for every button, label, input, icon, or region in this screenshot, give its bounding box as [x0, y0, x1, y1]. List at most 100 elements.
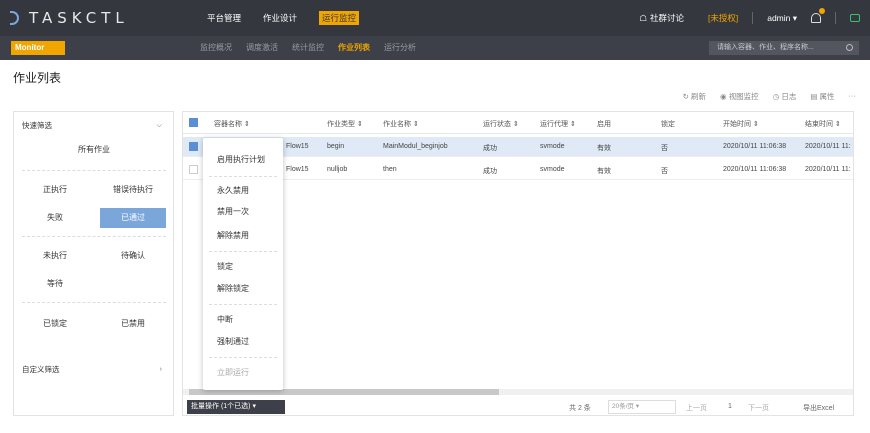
topnav-monitor[interactable]: 运行监控: [308, 0, 370, 36]
top-right: ☖ 社群讨论 [未授权] admin ▾: [639, 0, 860, 36]
filter-failed[interactable]: 失败: [22, 208, 88, 228]
filter-passed[interactable]: 已通过: [100, 208, 166, 228]
topnav-platform[interactable]: 平台管理: [196, 0, 252, 36]
chat-icon[interactable]: [850, 14, 860, 22]
subnav-activate[interactable]: 调度激活: [239, 36, 285, 60]
cell-locked: 否: [661, 145, 668, 152]
batch-actions-button[interactable]: 批量操作 (1个已选) ▾: [187, 400, 285, 414]
cell-start: 2020/10/11 11:06:38: [723, 143, 787, 150]
next-page-button[interactable]: 下一页: [748, 403, 769, 413]
menu-interrupt[interactable]: 中断: [203, 310, 283, 330]
menu-lock[interactable]: 锁定: [203, 257, 283, 277]
col-type[interactable]: 作业类型 ⇕: [327, 119, 363, 129]
refresh-button[interactable]: ↻ 刷新: [683, 91, 706, 102]
filter-running[interactable]: 正执行: [22, 180, 88, 200]
properties-label: 属性: [819, 92, 835, 101]
divider: [209, 304, 277, 305]
filter-waiting[interactable]: 等待: [22, 274, 88, 294]
export-excel-button[interactable]: 导出Excel: [803, 403, 834, 413]
cell-end: 2020/10/11 11:: [805, 143, 851, 150]
subnav-job-list[interactable]: 作业列表: [331, 36, 377, 60]
document-icon: ▤: [810, 92, 820, 101]
custom-filter[interactable]: 自定义筛选 ›: [22, 364, 162, 375]
menu-unlock[interactable]: 解除锁定: [203, 279, 283, 299]
table-row[interactable]: Flow15 begin MainModul_beginjob 成功 svmod…: [183, 137, 853, 157]
cell-container: Flow15: [286, 166, 309, 173]
row-checkbox[interactable]: [189, 142, 198, 151]
bell-icon[interactable]: [811, 8, 825, 23]
menu-force-pass[interactable]: 强制通过: [203, 332, 283, 352]
top-nav: 平台管理 作业设计 运行监控: [196, 0, 370, 36]
search-placeholder: 请输入容器、作业、程序名称...: [717, 44, 814, 51]
community-link[interactable]: 社群讨论: [650, 12, 684, 24]
view-monitor-label: 视图监控: [728, 92, 759, 101]
cell-type: nulljob: [327, 166, 348, 173]
col-name[interactable]: 作业名称 ⇕: [383, 119, 419, 129]
search-icon[interactable]: [846, 44, 853, 51]
row-checkbox[interactable]: [189, 165, 198, 174]
filter-locked[interactable]: 已锁定: [22, 314, 88, 334]
col-container[interactable]: 容器名称 ⇕: [214, 119, 250, 129]
divider: [209, 251, 277, 252]
sub-bar: Monitor 监控概况 调度激活 统计监控 作业列表 运行分析 请输入容器、作…: [0, 36, 870, 60]
view-monitor-button[interactable]: ◉ 视图监控: [720, 91, 759, 102]
table-header: 容器名称 ⇕ 作业类型 ⇕ 作业名称 ⇕ 运行状态 ⇕ 运行代理 ⇕ 启用 锁定…: [183, 112, 853, 134]
search-input[interactable]: 请输入容器、作业、程序名称...: [709, 41, 859, 55]
col-status[interactable]: 运行状态 ⇕: [483, 119, 519, 129]
menu-remove-disable[interactable]: 解除禁用: [203, 226, 283, 246]
page-title: 作业列表: [13, 71, 62, 85]
community-icon: ☖: [639, 12, 647, 23]
prev-page-button[interactable]: 上一页: [686, 403, 707, 413]
subnav-analysis[interactable]: 运行分析: [377, 36, 423, 60]
horizontal-scrollbar[interactable]: [183, 389, 853, 395]
toolbar: ↻ 刷新 ◉ 视图监控 ◷ 日志 ▤ 属性 ···: [669, 91, 856, 102]
topnav-design[interactable]: 作业设计: [252, 0, 308, 36]
menu-enable-plan[interactable]: 启用执行计划: [203, 150, 283, 170]
quick-filter-panel: 快速筛选 ⌵ 所有作业 正执行 错误待执行 失败 已通过 未执行 待确认 等待 …: [13, 111, 174, 416]
more-button[interactable]: ···: [849, 91, 857, 102]
quick-filter-label: 快速筛选: [22, 121, 52, 130]
col-start[interactable]: 开始时间 ⇕: [723, 119, 759, 129]
cell-name: then: [383, 166, 397, 173]
filter-error-waiting[interactable]: 错误待执行: [100, 180, 166, 200]
app-logo[interactable]: TASKCTL: [10, 9, 129, 27]
menu-disable-once[interactable]: 禁用一次: [203, 202, 283, 222]
top-bar: TASKCTL 平台管理 作业设计 运行监控 ☖ 社群讨论 [未授权] admi…: [0, 0, 870, 36]
col-end[interactable]: 结束时间 ⇕: [805, 119, 841, 129]
logo-mark-icon: [10, 11, 19, 25]
unauthorized-badge[interactable]: [未授权]: [708, 12, 738, 24]
quick-filter-header[interactable]: 快速筛选 ⌵: [22, 120, 162, 131]
subnav-overview[interactable]: 监控概况: [193, 36, 239, 60]
cell-locked: 否: [661, 168, 668, 175]
log-button[interactable]: ◷ 日志: [773, 91, 797, 102]
eye-icon: ◉: [720, 92, 729, 101]
subnav-stats[interactable]: 统计监控: [285, 36, 331, 60]
user-menu[interactable]: admin ▾: [767, 13, 797, 24]
cell-status: 成功: [483, 145, 497, 152]
custom-filter-label: 自定义筛选: [22, 365, 60, 374]
cell-enabled: 有效: [597, 168, 611, 175]
filter-disabled[interactable]: 已禁用: [100, 314, 166, 334]
properties-button[interactable]: ▤ 属性: [810, 91, 834, 102]
divider: [209, 176, 277, 177]
filter-not-executed[interactable]: 未执行: [22, 246, 88, 266]
total-count: 共 2 条: [569, 405, 591, 412]
filter-all-jobs[interactable]: 所有作业: [14, 144, 174, 155]
cell-enabled: 有效: [597, 145, 611, 152]
log-label: 日志: [781, 92, 797, 101]
page-number[interactable]: 1: [728, 403, 732, 410]
cell-start: 2020/10/11 11:06:38: [723, 166, 787, 173]
divider: [752, 12, 754, 24]
row-context-menu: 启用执行计划 永久禁用 禁用一次 解除禁用 锁定 解除锁定 中断 强制通过 立即…: [203, 138, 283, 390]
menu-run-now[interactable]: 立即运行: [203, 363, 283, 383]
menu-permanent-disable[interactable]: 永久禁用: [203, 181, 283, 201]
topnav-monitor-label: 运行监控: [319, 11, 360, 25]
page-size-select[interactable]: 20条/页 ▾: [608, 400, 676, 414]
divider: [835, 12, 836, 24]
select-all-checkbox[interactable]: [189, 118, 198, 127]
filter-pending-confirm[interactable]: 待确认: [100, 246, 166, 266]
table-row[interactable]: Flow15 nulljob then 成功 svmode 有效 否 2020/…: [183, 160, 853, 180]
refresh-icon: ↻: [682, 92, 692, 101]
table-footer: 批量操作 (1个已选) ▾ 共 2 条 20条/页 ▾ 上一页 1 下一页 导出…: [183, 396, 853, 415]
col-agent[interactable]: 运行代理 ⇕: [540, 119, 576, 129]
